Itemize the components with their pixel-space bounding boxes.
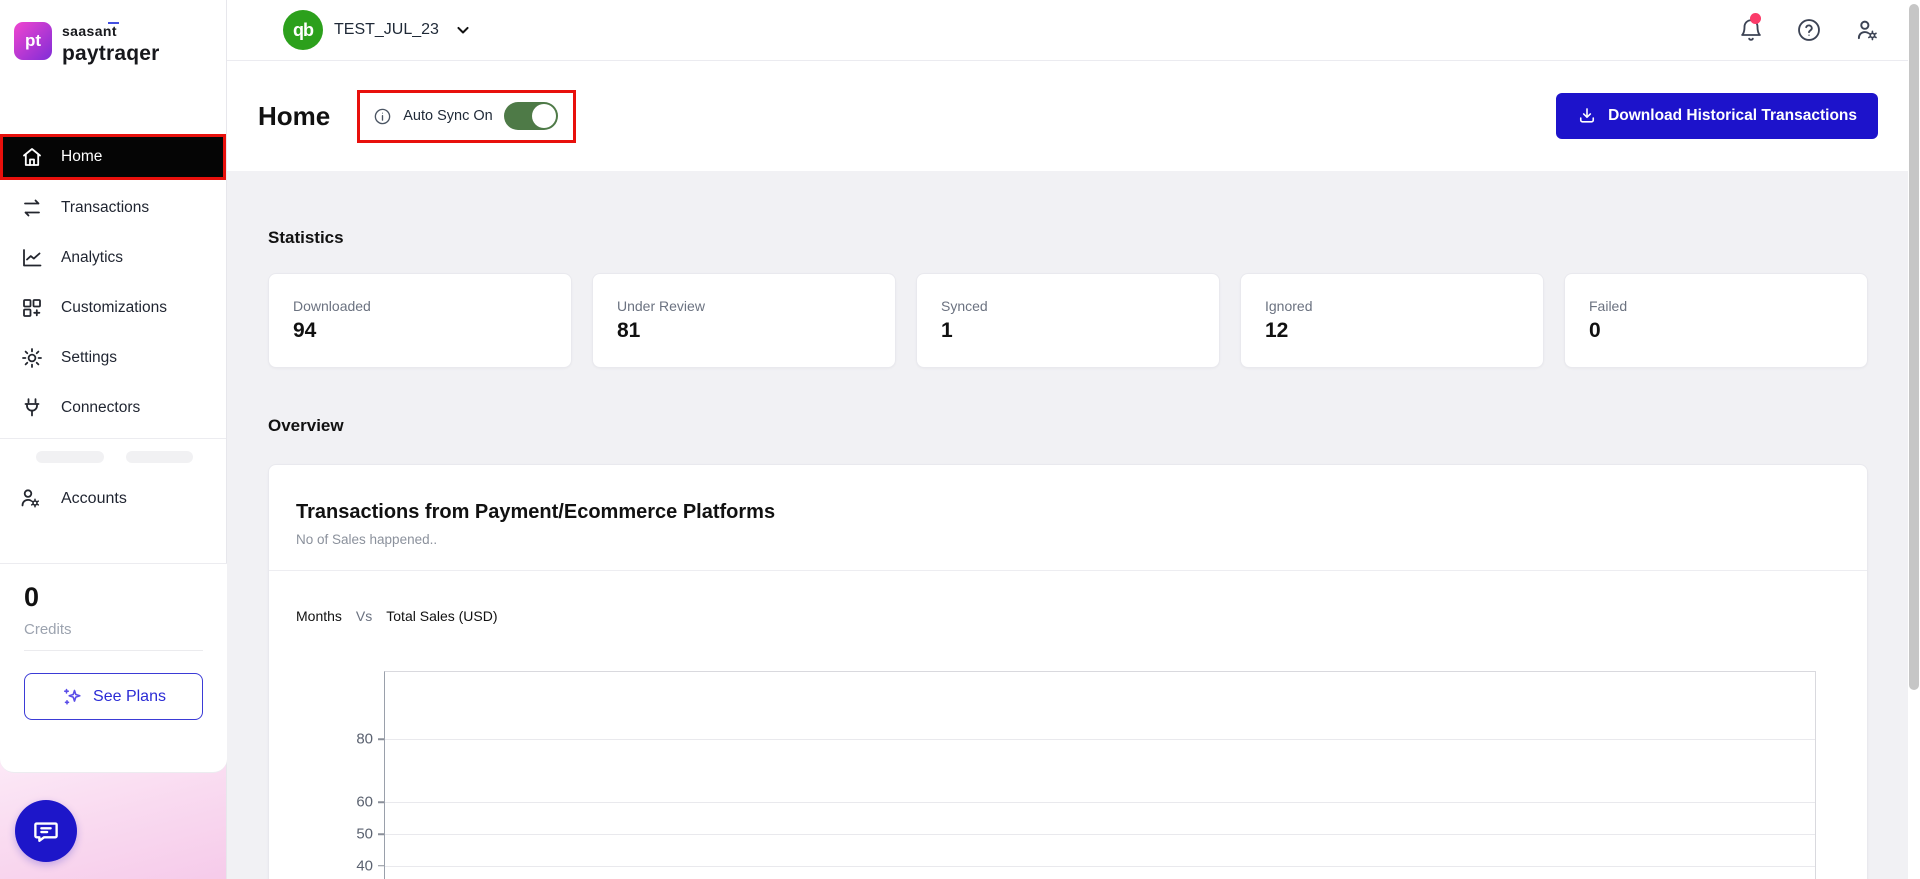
sidebar: pt saasant paytraqer Home Transactions Ana… (0, 0, 227, 879)
brand-name-saasant: saasant (62, 22, 119, 39)
sidebar-divider (0, 438, 226, 463)
chart-gridline (385, 802, 1815, 804)
stat-card-downloaded: Downloaded 94 (268, 273, 572, 368)
y-axis-tick (378, 864, 384, 867)
notification-dot (1750, 13, 1761, 24)
download-icon (1580, 108, 1595, 123)
y-axis-tick-label: 50 (356, 825, 373, 843)
company-name: TEST_JUL_23 (334, 21, 439, 38)
stat-value: 12 (1265, 319, 1289, 342)
brand-logo: pt saasant paytraqer (0, 0, 226, 64)
home-icon (20, 145, 44, 169)
stat-label: Downloaded (293, 298, 371, 314)
sidebar-item-label: Settings (61, 349, 118, 366)
card-divider (269, 570, 1867, 571)
blurred-placeholder (36, 451, 104, 463)
sidebar-item-settings[interactable]: Settings (0, 336, 226, 380)
stat-card-synced: Synced 1 (916, 273, 1220, 368)
sidebar-item-transactions[interactable]: Transactions (0, 186, 226, 230)
info-icon[interactable] (373, 107, 392, 126)
y-axis-tick (378, 833, 384, 835)
quickbooks-icon[interactable]: qb (283, 10, 323, 50)
stat-value: 0 (1589, 319, 1601, 342)
sidebar-item-label: Customizations (61, 299, 167, 316)
chart-plot-area: 80 60 50 40 (356, 671, 1816, 879)
user-gear-icon[interactable] (1854, 17, 1880, 43)
blurred-placeholder (126, 451, 193, 463)
notifications-bell-icon[interactable] (1738, 13, 1764, 43)
vertical-scrollbar[interactable] (1908, 0, 1920, 879)
brand-name-paytraqer: paytraqer (62, 42, 160, 65)
sidebar-item-analytics[interactable]: Analytics (0, 236, 226, 280)
sidebar-item-label: Accounts (61, 490, 127, 507)
chat-widget-button[interactable] (15, 800, 77, 862)
chart-subtitle: No of Sales happened.. (296, 532, 438, 547)
stat-card-ignored: Ignored 12 (1240, 273, 1544, 368)
settings-icon (20, 346, 44, 370)
chat-icon (34, 822, 58, 842)
auto-sync-toggle[interactable] (503, 102, 558, 130)
sidebar-item-label: Home (61, 148, 103, 165)
auto-sync-label: Auto Sync On (403, 108, 493, 124)
chart-gridline (385, 739, 1815, 741)
overview-card: Transactions from Payment/Ecommerce Plat… (268, 464, 1868, 879)
y-axis-tick (378, 801, 384, 804)
statistics-heading: Statistics (268, 228, 344, 247)
user-gear-icon (18, 486, 44, 512)
stat-value: 94 (293, 319, 317, 342)
sidebar-item-accounts[interactable]: Accounts (0, 477, 226, 521)
stat-value: 81 (617, 319, 641, 342)
chart-axis-caption: Months Vs Total Sales (USD) (296, 608, 498, 624)
chart-gridline (385, 865, 1815, 867)
sidebar-item-label: Connectors (61, 399, 141, 416)
credits-value: 0 (24, 582, 40, 612)
y-axis-tick-label: 80 (356, 730, 373, 748)
stat-label: Under Review (617, 298, 705, 314)
stat-label: Failed (1589, 298, 1628, 314)
sidebar-item-connectors[interactable]: Connectors (0, 386, 226, 430)
page-title: Home (258, 100, 331, 131)
scrollbar-thumb[interactable] (1909, 4, 1919, 690)
overview-heading: Overview (268, 416, 344, 435)
sidebar-item-customizations[interactable]: Customizations (0, 286, 226, 330)
see-plans-button[interactable]: See Plans (24, 673, 203, 720)
paytraqer-logo-icon: pt (14, 22, 52, 60)
sidebar-item-home[interactable]: Home (0, 134, 226, 180)
stats-row: Downloaded 94 Under Review 81 Synced 1 Ignored… (268, 273, 1868, 368)
sidebar-item-label: Transactions (61, 199, 150, 216)
page-header: Home Auto Sync On Download Historical Tr… (227, 61, 1908, 171)
credits-panel: 0 Credits See Plans (0, 563, 227, 773)
sparkle-icon (61, 686, 83, 708)
auto-sync-highlight-box: Auto Sync On (357, 89, 576, 143)
credits-label: Credits (24, 613, 203, 651)
content-area: Statistics Downloaded 94 Under Review 81 Syn… (227, 171, 1908, 879)
help-icon[interactable] (1796, 17, 1822, 43)
stat-label: Ignored (1265, 298, 1313, 314)
stat-card-failed: Failed 0 (1564, 273, 1868, 368)
y-axis-tick-label: 60 (356, 793, 373, 811)
chart-title: Transactions from Payment/Ecommerce Plat… (296, 501, 776, 523)
main-area: qb TEST_JUL_23 Home Auto Sync On Downloa… (227, 0, 1908, 879)
stat-card-under-review: Under Review 81 (592, 273, 896, 368)
sidebar-nav: Home Transactions Analytics Customizations S… (0, 134, 226, 430)
customizations-icon (20, 296, 44, 320)
y-axis-tick-label: 40 (356, 857, 373, 874)
connectors-icon (20, 396, 44, 420)
chevron-down-icon[interactable] (453, 20, 473, 40)
analytics-icon (20, 246, 44, 270)
chart-gridline (385, 834, 1815, 835)
see-plans-label: See Plans (93, 687, 166, 705)
toggle-knob (531, 104, 556, 128)
stat-value: 1 (941, 319, 953, 342)
stat-label: Synced (941, 298, 988, 314)
sidebar-item-label: Analytics (61, 249, 124, 266)
y-axis-tick (378, 738, 384, 740)
download-historical-transactions-button[interactable]: Download Historical Transactions (1556, 93, 1878, 139)
transactions-icon (20, 196, 44, 220)
topbar: qb TEST_JUL_23 (227, 0, 1908, 61)
